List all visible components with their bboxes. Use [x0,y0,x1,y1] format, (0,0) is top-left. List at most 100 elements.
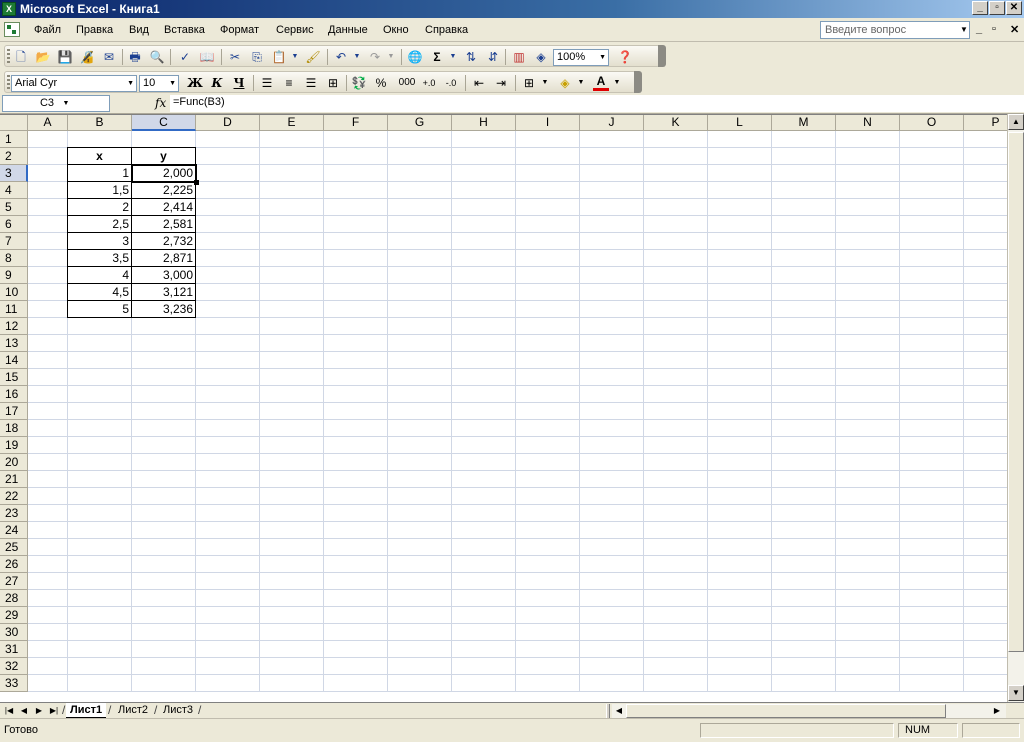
row-header-26[interactable]: 26 [0,556,28,573]
cell-F28[interactable] [324,590,388,607]
cell-B26[interactable] [68,556,132,573]
cell-O9[interactable] [900,267,964,284]
cell-I24[interactable] [516,522,580,539]
cell-N6[interactable] [836,216,900,233]
cell-G9[interactable] [388,267,452,284]
thousands-separator-button[interactable]: 000 [397,75,417,91]
cell-N7[interactable] [836,233,900,250]
cell-H10[interactable] [452,284,516,301]
cell-I11[interactable] [516,301,580,318]
cell-K29[interactable] [644,607,708,624]
cell-E4[interactable] [260,182,324,199]
help-icon[interactable]: ❓ [617,49,633,65]
cell-N30[interactable] [836,624,900,641]
cell-J9[interactable] [580,267,644,284]
chevron-down-icon[interactable]: ▼ [537,75,553,91]
cell-M16[interactable] [772,386,836,403]
row-header-15[interactable]: 15 [0,369,28,386]
cell-K18[interactable] [644,420,708,437]
cell-B17[interactable] [68,403,132,420]
cell-O30[interactable] [900,624,964,641]
cell-A13[interactable] [28,335,68,352]
row-header-29[interactable]: 29 [0,607,28,624]
row-header-21[interactable]: 21 [0,471,28,488]
cell-C8[interactable]: 2,871 [131,249,196,267]
cell-D15[interactable] [196,369,260,386]
cell-G25[interactable] [388,539,452,556]
cell-D26[interactable] [196,556,260,573]
cell-L33[interactable] [708,675,772,692]
menu-format[interactable]: Формат [220,24,259,36]
cell-B18[interactable] [68,420,132,437]
cell-F31[interactable] [324,641,388,658]
font-size-select[interactable]: 10 ▼ [139,75,179,92]
cell-L32[interactable] [708,658,772,675]
doc-restore-button[interactable]: ▫ [992,23,996,35]
cell-L23[interactable] [708,505,772,522]
cell-O33[interactable] [900,675,964,692]
cell-C30[interactable] [132,624,196,641]
cell-C19[interactable] [132,437,196,454]
cell-J22[interactable] [580,488,644,505]
cell-E30[interactable] [260,624,324,641]
cell-J28[interactable] [580,590,644,607]
cell-H7[interactable] [452,233,516,250]
cell-G33[interactable] [388,675,452,692]
cell-J12[interactable] [580,318,644,335]
cell-M1[interactable] [772,131,836,148]
cell-K8[interactable] [644,250,708,267]
cell-F14[interactable] [324,352,388,369]
tab-split-handle[interactable] [606,704,610,718]
font-color-icon[interactable]: A [593,75,609,91]
cell-F10[interactable] [324,284,388,301]
cell-C21[interactable] [132,471,196,488]
vertical-scrollbar[interactable]: ▲ ▼ [1007,114,1024,702]
cell-L20[interactable] [708,454,772,471]
column-header-l[interactable]: L [708,115,772,131]
cell-A7[interactable] [28,233,68,250]
cell-D12[interactable] [196,318,260,335]
cell-A2[interactable] [28,148,68,165]
row-header-22[interactable]: 22 [0,488,28,505]
cell-K28[interactable] [644,590,708,607]
close-button[interactable]: ✕ [1006,1,1022,15]
row-header-8[interactable]: 8 [0,250,28,267]
research-icon[interactable]: 📖 [199,49,215,65]
cell-D19[interactable] [196,437,260,454]
cell-J4[interactable] [580,182,644,199]
cell-C17[interactable] [132,403,196,420]
cell-K11[interactable] [644,301,708,318]
cell-L3[interactable] [708,165,772,182]
column-header-c[interactable]: C [132,115,196,131]
tab-sheet1[interactable]: Лист1 [66,703,107,718]
cell-E19[interactable] [260,437,324,454]
row-header-12[interactable]: 12 [0,318,28,335]
cell-C22[interactable] [132,488,196,505]
redo-icon[interactable]: ↷ [367,49,383,65]
cell-K21[interactable] [644,471,708,488]
cell-M7[interactable] [772,233,836,250]
cell-B32[interactable] [68,658,132,675]
cell-F6[interactable] [324,216,388,233]
cell-L28[interactable] [708,590,772,607]
cell-G21[interactable] [388,471,452,488]
cell-E33[interactable] [260,675,324,692]
cell-F7[interactable] [324,233,388,250]
cell-A26[interactable] [28,556,68,573]
row-header-4[interactable]: 4 [0,182,28,199]
paste-icon[interactable]: 📋 [271,49,287,65]
cell-N9[interactable] [836,267,900,284]
cell-N31[interactable] [836,641,900,658]
cell-E21[interactable] [260,471,324,488]
cell-G14[interactable] [388,352,452,369]
cell-M14[interactable] [772,352,836,369]
cell-J2[interactable] [580,148,644,165]
cell-K24[interactable] [644,522,708,539]
cell-G29[interactable] [388,607,452,624]
cell-N8[interactable] [836,250,900,267]
cell-F32[interactable] [324,658,388,675]
cell-J23[interactable] [580,505,644,522]
cell-F4[interactable] [324,182,388,199]
cell-F27[interactable] [324,573,388,590]
cell-C11[interactable]: 3,236 [131,300,196,318]
